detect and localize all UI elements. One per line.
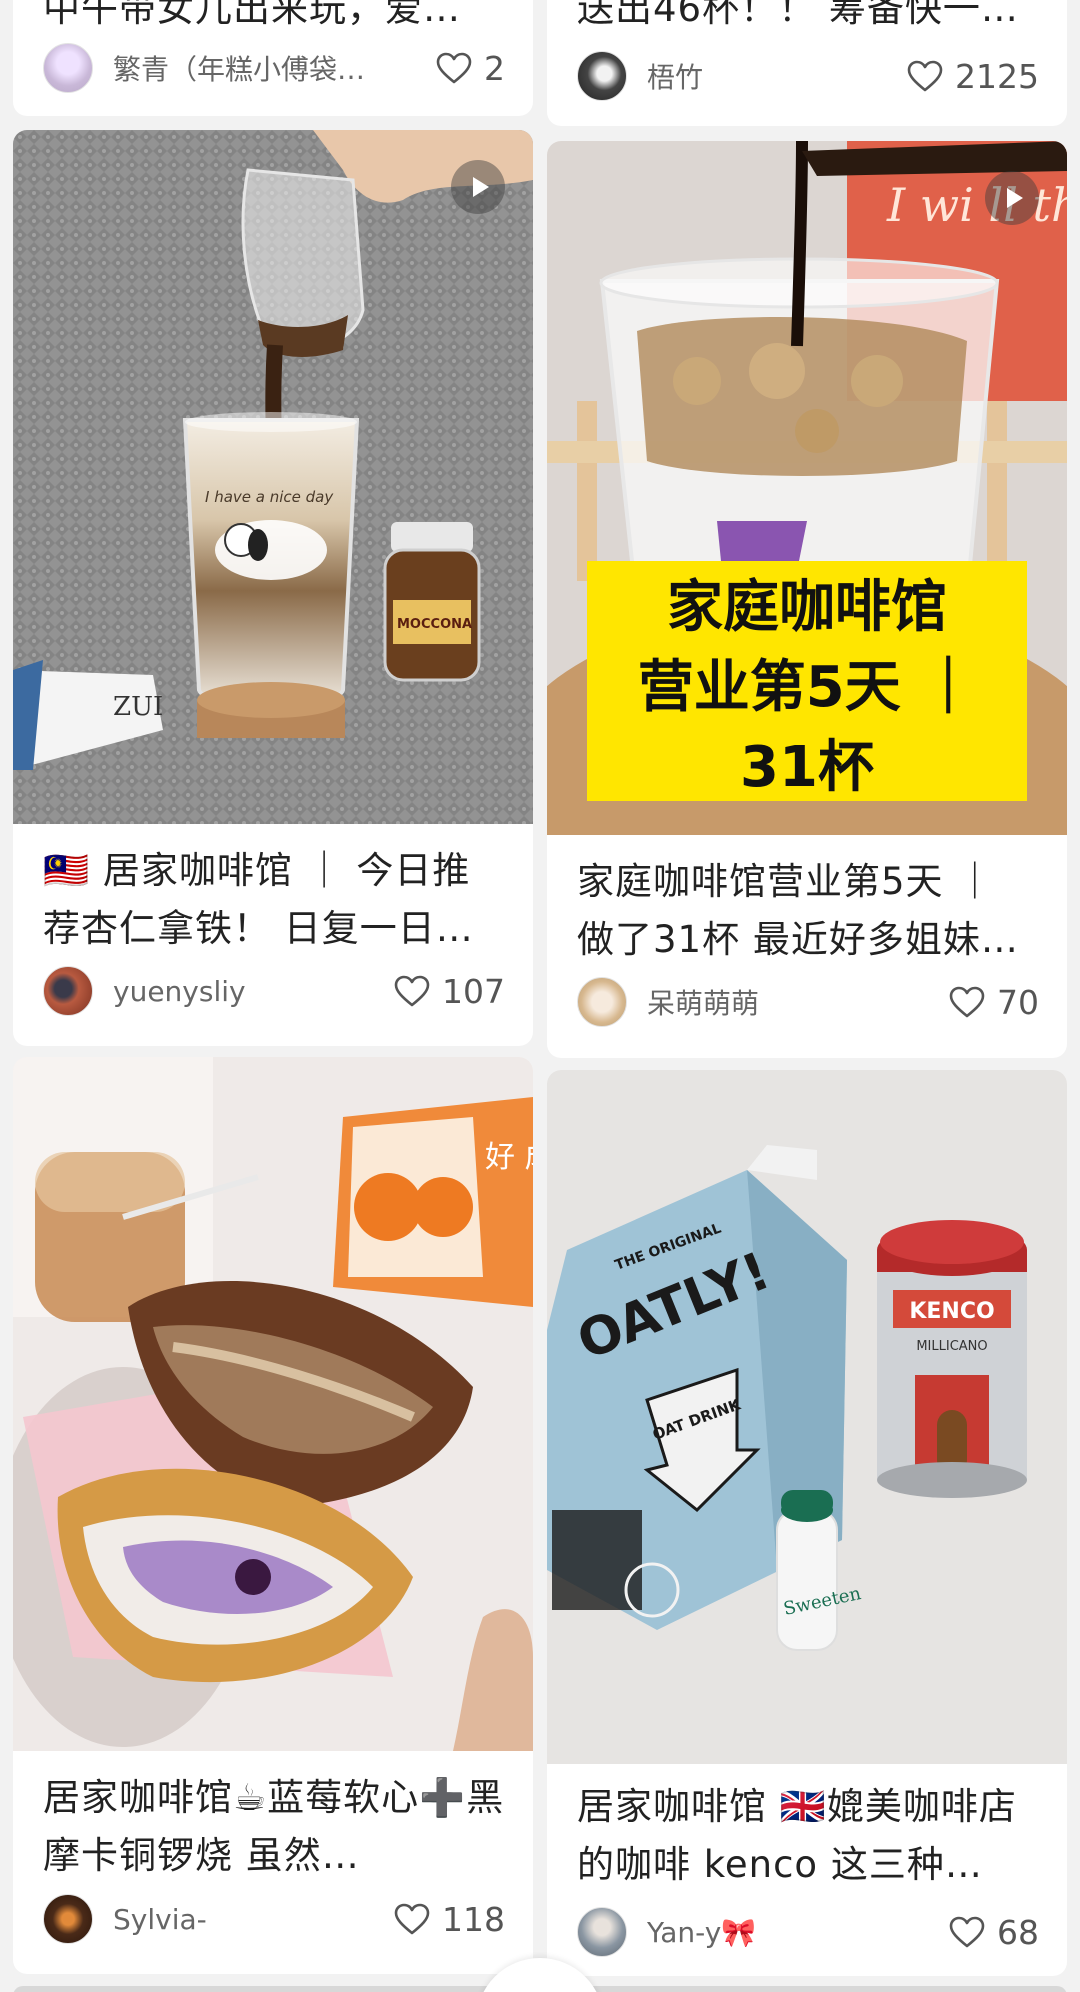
note-card[interactable]: 送出46杯！！ 筹备快一… 梧竹 2125 (547, 0, 1067, 126)
like-count: 70 (997, 982, 1039, 1022)
heart-icon (394, 1903, 430, 1935)
heart-icon (949, 986, 985, 1018)
author-avatar[interactable] (577, 51, 627, 101)
overlay-text-line3: 31杯 (740, 735, 874, 800)
like-button[interactable]: 107 (394, 972, 505, 1011)
iced-coffee-photo: I wi ll the be (547, 141, 1067, 835)
note-card[interactable]: I wi ll the be (547, 141, 1067, 1058)
next-card-peek (13, 1986, 533, 1992)
note-card[interactable]: THE ORIGINAL OATLY! OAT DRINK KENCO MILL… (547, 1070, 1067, 1976)
latte-pour-photo: I have a nice day MOCCONA ZUI (13, 130, 533, 824)
note-meta: 呆萌萌萌 70 (577, 976, 1039, 1028)
note-title[interactable]: 家庭咖啡馆营业第5天 ｜ 做了31杯 最近好多姐妹… (577, 853, 1039, 969)
like-button[interactable]: 118 (394, 1900, 505, 1939)
author-avatar[interactable] (43, 43, 93, 93)
like-button[interactable]: 68 (949, 1913, 1039, 1952)
tin-sub-text: MILLICANO (916, 1339, 987, 1354)
book-text: ZUI (113, 692, 163, 722)
overlay-text-line1: 家庭咖啡馆 (667, 575, 947, 640)
note-cover-image[interactable]: THE ORIGINAL OATLY! OAT DRINK KENCO MILL… (547, 1070, 1067, 1764)
heart-icon (394, 975, 430, 1007)
note-title[interactable]: 🇲🇾 居家咖啡馆 ｜ 今日推荐杏仁拿铁！ 日复一日… (43, 842, 505, 958)
poster-text: I wi ll the be (886, 178, 1067, 232)
note-meta: 梧竹 2125 (577, 50, 1039, 102)
jar-label: MOCCONA (397, 617, 472, 632)
like-count: 68 (997, 1912, 1039, 1952)
author-avatar[interactable] (577, 1907, 627, 1957)
overlay-text-line2: 营业第5天 ｜ (638, 655, 976, 720)
video-play-icon (451, 160, 505, 214)
oat-milk-coffee-photo: THE ORIGINAL OATLY! OAT DRINK KENCO MILL… (547, 1070, 1067, 1764)
like-count: 107 (442, 971, 505, 1011)
video-play-icon (985, 171, 1039, 225)
author-name[interactable]: 繁青（年糕小傅袋… (113, 48, 422, 88)
heart-icon (907, 60, 943, 92)
author-avatar[interactable] (43, 966, 93, 1016)
note-title[interactable]: 送出46杯！！ 筹备快一… (577, 0, 1039, 38)
like-count: 118 (442, 1899, 505, 1939)
note-cover-image[interactable]: I have a nice day MOCCONA ZUI (13, 130, 533, 824)
author-name[interactable]: Yan-y🎀 (647, 1916, 935, 1949)
like-button[interactable]: 2 (436, 49, 505, 88)
note-card[interactable]: 中午带女儿出来玩，爱… 繁青（年糕小傅袋… 2 (13, 0, 533, 116)
note-title[interactable]: 中午带女儿出来玩，爱… (43, 0, 505, 38)
note-card[interactable]: 好 成 (13, 1057, 533, 1974)
author-name[interactable]: 呆萌萌萌 (647, 982, 935, 1022)
author-name[interactable]: 梧竹 (647, 56, 893, 96)
like-count: 2125 (955, 56, 1039, 96)
author-name[interactable]: Sylvia- (113, 1903, 380, 1936)
like-button[interactable]: 2125 (907, 57, 1039, 96)
note-meta: Sylvia- 118 (43, 1893, 505, 1945)
tin-brand-text: KENCO (909, 1299, 994, 1324)
author-avatar[interactable] (577, 977, 627, 1027)
heart-icon (436, 52, 472, 84)
note-cover-image[interactable]: 好 成 (13, 1057, 533, 1751)
dorayaki-photo: 好 成 (13, 1057, 533, 1751)
author-name[interactable]: yuenysliy (113, 975, 380, 1008)
like-count: 2 (484, 48, 505, 88)
note-meta: Yan-y🎀 68 (577, 1906, 1039, 1958)
note-meta: yuenysliy 107 (43, 965, 505, 1017)
waterfall-feed: 中午带女儿出来玩，爱… 繁青（年糕小傅袋… 2 I have a nice da… (0, 0, 1080, 1992)
box-print-text: 好 成 (485, 1140, 533, 1175)
glass-print-text: I have a nice day (205, 488, 334, 506)
author-avatar[interactable] (43, 1894, 93, 1944)
note-meta: 繁青（年糕小傅袋… 2 (43, 42, 505, 94)
note-card[interactable]: I have a nice day MOCCONA ZUI 🇲🇾 居家咖啡馆 ｜… (13, 130, 533, 1046)
note-title[interactable]: 居家咖啡馆 🇬🇧媲美咖啡店的咖啡 kenco 这三种… (577, 1778, 1039, 1894)
heart-icon (949, 1916, 985, 1948)
note-cover-image[interactable]: I wi ll the be (547, 141, 1067, 835)
like-button[interactable]: 70 (949, 983, 1039, 1022)
next-card-peek (547, 1986, 1067, 1992)
note-title[interactable]: 居家咖啡馆☕蓝莓软心➕黑摩卡铜锣烧 虽然… (43, 1769, 505, 1885)
